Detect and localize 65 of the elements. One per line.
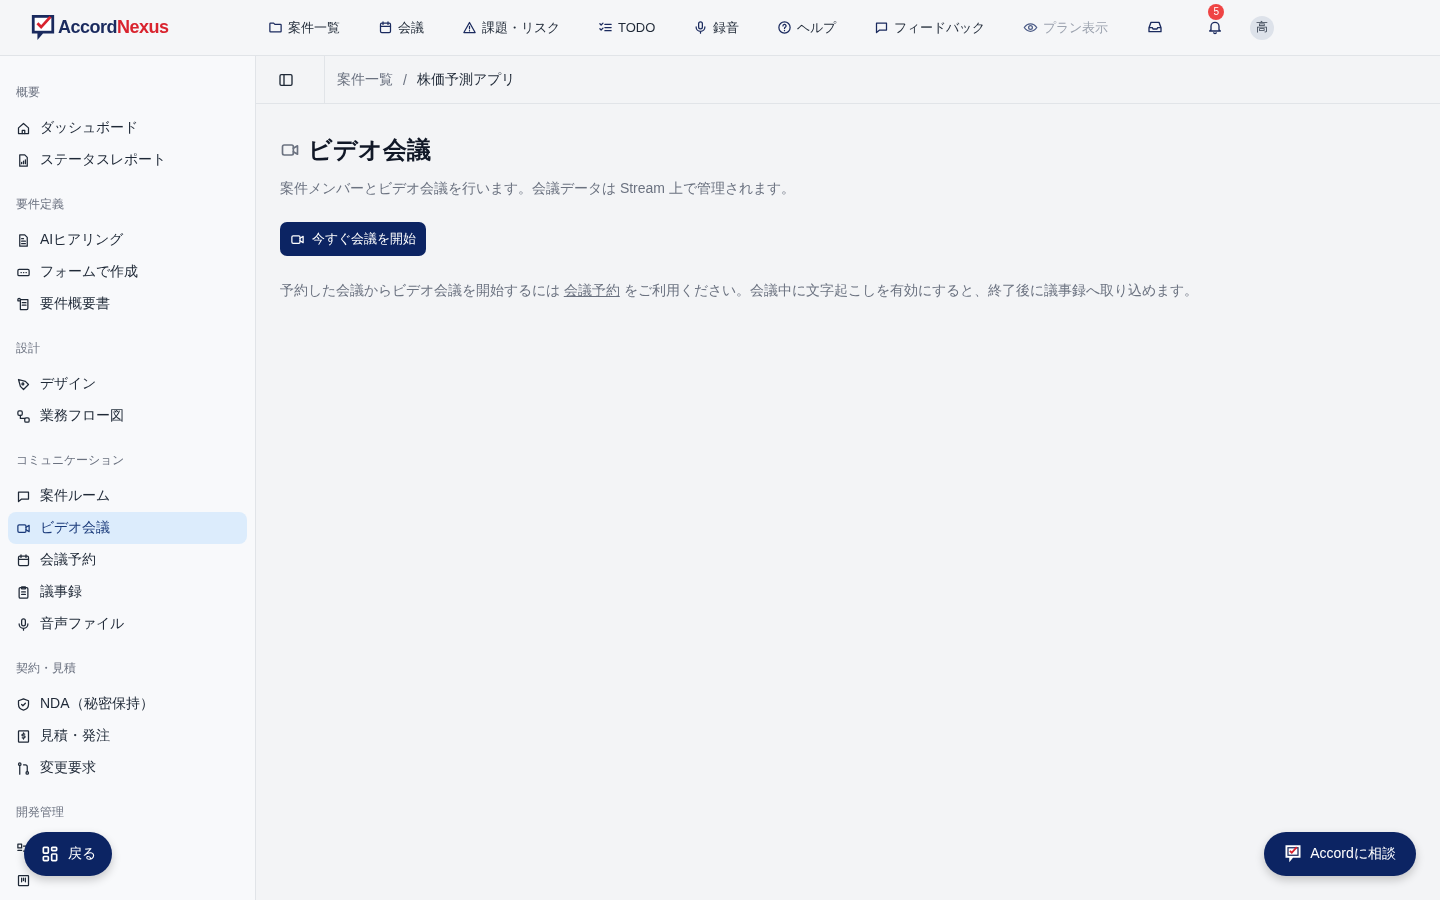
sidebar-item[interactable]: 業務フロー図 (8, 400, 247, 432)
section-heading: 開発管理 (15, 804, 65, 821)
help-text: 予約した会議からビデオ会議を開始するには 会議予約 をご利用ください。会議中に文字起こしを有効にすると、終了後に議事録へ取り込めます。 (280, 282, 1199, 300)
shield-icon (16, 696, 31, 712)
sidebar-item[interactable]: ビデオ会議 (8, 512, 247, 544)
nav-link[interactable]: 録音 (693, 18, 740, 37)
dollar-icon (16, 728, 31, 744)
help-icon (777, 20, 793, 35)
document-icon (16, 232, 31, 248)
start-meeting-button[interactable]: 今すぐ会議を開始 (280, 222, 426, 256)
nav-link[interactable]: 会議 (378, 18, 424, 37)
clipboard-icon (16, 584, 31, 600)
sidebar-item[interactable]: 要件概要書 (8, 288, 247, 320)
folder-icon (268, 20, 283, 35)
logo-text: AccordNexus (58, 17, 169, 38)
page-description: 案件メンバーとビデオ会議を行います。会議データは Stream 上で管理されます。 (280, 180, 796, 198)
scroll-icon (16, 296, 31, 312)
meeting-booking-link[interactable]: 会議予約 (563, 283, 620, 298)
nav-link[interactable]: フィードバック (874, 18, 986, 37)
calendar-icon (16, 552, 31, 568)
sidebar-item[interactable]: AIヒアリング (8, 224, 247, 256)
section-heading: 要件定義 (15, 196, 65, 213)
speech-bubble-icon (16, 488, 31, 504)
sidebar-item[interactable]: フォームで作成 (8, 256, 247, 288)
consult-button[interactable]: Accordに相談 (1264, 832, 1416, 876)
sidebar-item[interactable]: デザイン (8, 368, 247, 400)
nav-link[interactable]: TODO (598, 20, 656, 35)
logo-icon (1284, 844, 1303, 864)
user-avatar[interactable]: 高 (1250, 15, 1275, 40)
notification-count: 5 (1208, 3, 1225, 20)
nav-link[interactable]: 案件一覧 (268, 18, 340, 37)
page-title: ビデオ会議 (308, 135, 431, 165)
breadcrumb-separator: / (403, 71, 407, 88)
eye-icon (1023, 20, 1039, 35)
sidebar-item[interactable]: 案件ルーム (8, 480, 247, 512)
report-icon (16, 152, 31, 168)
sidebar-item[interactable]: ダッシュボード (8, 112, 247, 144)
section-heading: 概要 (15, 84, 41, 101)
section-heading: コミュニケーション (15, 452, 125, 469)
nav-link[interactable]: 課題・リスク (462, 18, 560, 37)
sidebar-item[interactable]: 会議予約 (8, 544, 247, 576)
flow-icon (16, 408, 31, 424)
sidebar-item[interactable]: 議事録 (8, 576, 247, 608)
sidebar-toggle-icon[interactable] (278, 71, 294, 88)
microphone-icon (16, 616, 31, 632)
back-button[interactable]: 戻る (24, 832, 112, 876)
breadcrumb-link[interactable]: 案件一覧 (337, 70, 393, 89)
pen-icon (16, 376, 31, 392)
grid-icon (40, 844, 60, 864)
calendar-icon (378, 20, 393, 35)
home-icon (16, 120, 31, 136)
kanban-icon (16, 872, 31, 888)
branch-icon (16, 760, 31, 776)
warning-icon (462, 20, 477, 35)
sidebar-item[interactable]: 変更要求 (8, 752, 247, 784)
speech-bubble-icon (874, 20, 890, 35)
nav-link[interactable]: ヘルプ (777, 18, 837, 37)
sidebar-item[interactable]: ステータスレポート (8, 144, 247, 176)
sidebar-item[interactable]: 音声ファイル (8, 608, 247, 640)
section-heading: 設計 (15, 340, 41, 357)
sidebar-item[interactable]: NDA（秘密保持） (8, 688, 247, 720)
breadcrumb-current: 株価予測アプリ (416, 70, 515, 89)
logo-icon (30, 12, 56, 43)
sidebar-item[interactable]: 見積・発注 (8, 720, 247, 752)
section-heading: 契約・見積 (15, 660, 77, 677)
